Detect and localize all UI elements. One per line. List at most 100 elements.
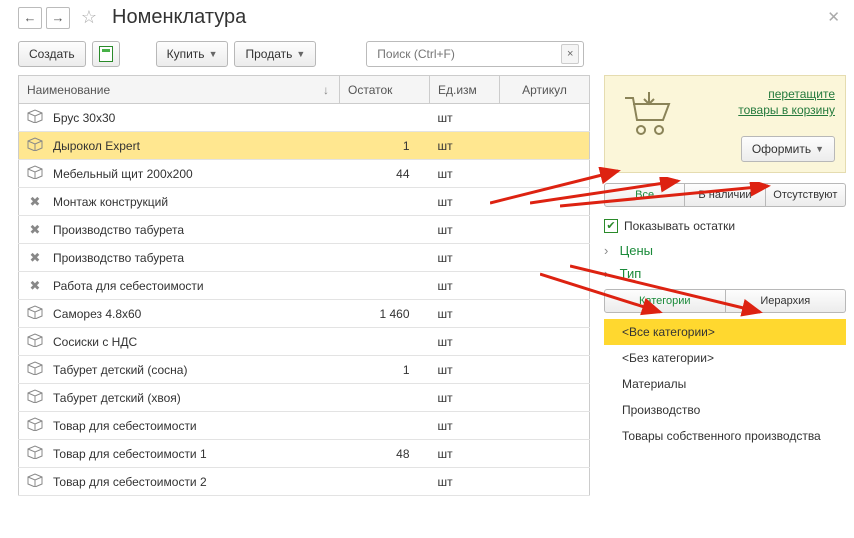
search-input[interactable] <box>375 46 557 62</box>
box-icon <box>27 334 43 350</box>
sell-button-label: Продать <box>245 47 292 61</box>
col-article[interactable]: Артикул <box>500 76 590 104</box>
buy-button-label: Купить <box>167 47 205 61</box>
row-article <box>500 244 590 272</box>
row-stock: 1 <box>340 132 430 160</box>
row-article <box>500 412 590 440</box>
row-unit: шт <box>430 440 500 468</box>
row-unit: шт <box>430 356 500 384</box>
row-stock <box>340 412 430 440</box>
chevron-right-icon: › <box>604 243 616 258</box>
box-icon <box>27 446 43 462</box>
create-from-template-button[interactable] <box>92 41 120 67</box>
sell-button[interactable]: Продать▼ <box>234 41 316 67</box>
category-item[interactable]: Материалы <box>604 371 846 397</box>
prices-expander[interactable]: › Цены <box>604 243 846 258</box>
col-unit-label: Ед.изм <box>438 83 477 97</box>
table-row[interactable]: Мебельный щит 200х20044шт <box>19 160 590 188</box>
category-list: <Все категории><Без категории>МатериалыП… <box>604 319 846 449</box>
row-article <box>500 468 590 496</box>
table-row[interactable]: Товар для себестоимости 148шт <box>19 440 590 468</box>
col-unit[interactable]: Ед.изм <box>430 76 500 104</box>
row-unit: шт <box>430 300 500 328</box>
table-row[interactable]: ✖Работа для себестоимостишт <box>19 272 590 300</box>
row-article <box>500 272 590 300</box>
table-row[interactable]: Дырокол Expert1шт <box>19 132 590 160</box>
row-stock <box>340 104 430 132</box>
cart-hint-line1: перетащите <box>768 87 835 101</box>
table-row[interactable]: Товар для себестоимости 2шт <box>19 468 590 496</box>
buy-button[interactable]: Купить ▼ <box>156 41 229 67</box>
row-name: Товар для себестоимости <box>45 412 340 440</box>
nav-forward-button[interactable]: → <box>46 7 70 29</box>
row-stock: 44 <box>340 160 430 188</box>
filter-tab-out-label: Отсутствуют <box>773 189 837 201</box>
category-item[interactable]: Производство <box>604 397 846 423</box>
tab-categories-label: Категории <box>639 295 691 307</box>
create-button[interactable]: Создать <box>18 41 86 67</box>
type-label: Тип <box>620 266 642 281</box>
tab-categories[interactable]: Категории <box>604 289 726 313</box>
cart-hint-line2: товары в корзину <box>738 103 835 117</box>
row-name: Работа для себестоимости <box>45 272 340 300</box>
row-unit: шт <box>430 468 500 496</box>
table-row[interactable]: Табурет детский (хвоя)шт <box>19 384 590 412</box>
filter-tab-instock[interactable]: В наличии <box>685 183 765 207</box>
row-name: Товар для себестоимости 1 <box>45 440 340 468</box>
nav-back-button[interactable]: ← <box>18 7 42 29</box>
category-item[interactable]: <Без категории> <box>604 345 846 371</box>
cart-hint: перетащите товары в корзину <box>691 86 835 118</box>
row-article <box>500 440 590 468</box>
filter-tab-all[interactable]: Все <box>604 183 685 207</box>
table-row[interactable]: Брус 30х30шт <box>19 104 590 132</box>
caret-down-icon: ▼ <box>209 49 218 59</box>
table-row[interactable]: Товар для себестоимости шт <box>19 412 590 440</box>
search-clear-button[interactable]: × <box>561 44 579 64</box>
filter-tab-out[interactable]: Отсутствуют <box>766 183 846 207</box>
table-row[interactable]: Сосиски с НДСшт <box>19 328 590 356</box>
submit-cart-button[interactable]: Оформить▼ <box>741 136 835 162</box>
row-unit: шт <box>430 244 500 272</box>
search-field[interactable]: × <box>366 41 584 67</box>
row-article <box>500 132 590 160</box>
table-row[interactable]: Табурет детский (сосна)1шт <box>19 356 590 384</box>
row-name: Табурет детский (сосна) <box>45 356 340 384</box>
col-name[interactable]: Наименование ↓ <box>19 76 340 104</box>
row-article <box>500 104 590 132</box>
row-stock <box>340 272 430 300</box>
row-stock: 1 460 <box>340 300 430 328</box>
filter-tab-all-label: Все <box>635 189 654 201</box>
col-stock[interactable]: Остаток <box>340 76 430 104</box>
type-expander[interactable]: › Тип <box>604 266 846 281</box>
row-unit: шт <box>430 412 500 440</box>
row-unit: шт <box>430 160 500 188</box>
table-row[interactable]: ✖Монтаж конструкцийшт <box>19 188 590 216</box>
row-unit: шт <box>430 216 500 244</box>
chevron-right-icon: › <box>604 266 616 281</box>
row-unit: шт <box>430 328 500 356</box>
service-icon: ✖ <box>30 250 41 265</box>
row-article <box>500 384 590 412</box>
tab-hierarchy[interactable]: Иерархия <box>726 289 847 313</box>
close-icon[interactable]: ✕ <box>827 8 840 26</box>
service-icon: ✖ <box>30 278 41 293</box>
table-row[interactable]: ✖Производство табуреташт <box>19 244 590 272</box>
cart-dropzone[interactable]: перетащите товары в корзину Оформить▼ <box>604 75 846 173</box>
row-article <box>500 328 590 356</box>
service-icon: ✖ <box>30 222 41 237</box>
category-item[interactable]: Товары собственного производства <box>604 423 846 449</box>
table-row[interactable]: Саморез 4.8х601 460шт <box>19 300 590 328</box>
row-name: Монтаж конструкций <box>45 188 340 216</box>
row-unit: шт <box>430 188 500 216</box>
col-article-label: Артикул <box>522 83 567 97</box>
box-icon <box>27 110 43 126</box>
show-stock-checkbox[interactable]: ✔ <box>604 219 618 233</box>
row-stock <box>340 244 430 272</box>
row-stock <box>340 384 430 412</box>
favorite-star-icon[interactable]: ☆ <box>78 7 100 29</box>
tab-hierarchy-label: Иерархия <box>760 295 810 307</box>
table-row[interactable]: ✖Производство табуреташт <box>19 216 590 244</box>
nomenclature-table: Наименование ↓ Остаток Ед.изм Артикул Бр… <box>18 75 590 496</box>
category-item[interactable]: <Все категории> <box>604 319 846 345</box>
create-button-label: Создать <box>29 47 75 61</box>
